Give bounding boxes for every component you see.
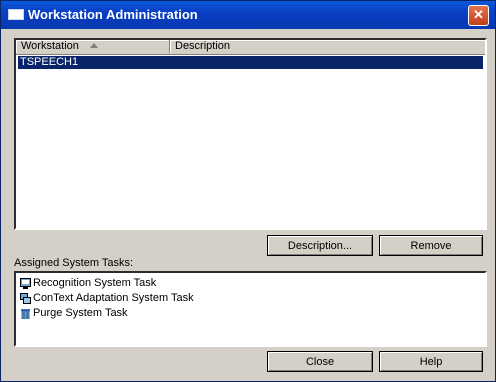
list-header: Workstation Description [16,40,485,55]
list-item[interactable]: Purge System Task [20,306,128,320]
task-label: Purge System Task [33,307,128,320]
list-item[interactable]: Recognition System Task [20,276,156,290]
workstation-list[interactable]: Workstation Description TSPEECH1 [14,38,487,230]
list-item[interactable]: ConText Adaptation System Task [20,291,194,305]
adaptation-task-icon [20,292,31,304]
help-button-label: Help [419,356,443,368]
assigned-tasks-label: Assigned System Tasks: [14,257,134,269]
column-label-workstation: Workstation [21,40,79,52]
list-row-selected[interactable]: TSPEECH1 [18,56,483,69]
description-button-label: Description... [287,240,353,252]
description-button[interactable]: Description... [267,235,373,256]
dialog-window: Workstation Administration ✕ Workstation… [0,0,496,382]
task-label: Recognition System Task [33,277,157,290]
window-title: Workstation Administration [28,7,198,22]
trash-icon [20,308,31,319]
help-button[interactable]: Help [379,351,483,372]
column-header-workstation[interactable]: Workstation [16,40,170,53]
window-icon [8,9,24,20]
sort-ascending-icon [90,43,98,48]
close-button-label: Close [305,356,335,368]
close-window-button[interactable]: ✕ [468,5,489,26]
remove-button-label: Remove [410,240,452,252]
close-button[interactable]: Close [267,351,373,372]
workstation-name: TSPEECH1 [20,56,79,68]
recognition-task-icon [20,277,31,289]
column-label-description: Description [175,40,231,52]
task-label: ConText Adaptation System Task [33,292,194,305]
assigned-tasks-list[interactable]: Recognition System Task ConText Adaptati… [14,271,487,347]
title-bar[interactable]: Workstation Administration ✕ [1,1,495,29]
column-header-description[interactable]: Description [170,40,485,53]
remove-button[interactable]: Remove [379,235,483,256]
